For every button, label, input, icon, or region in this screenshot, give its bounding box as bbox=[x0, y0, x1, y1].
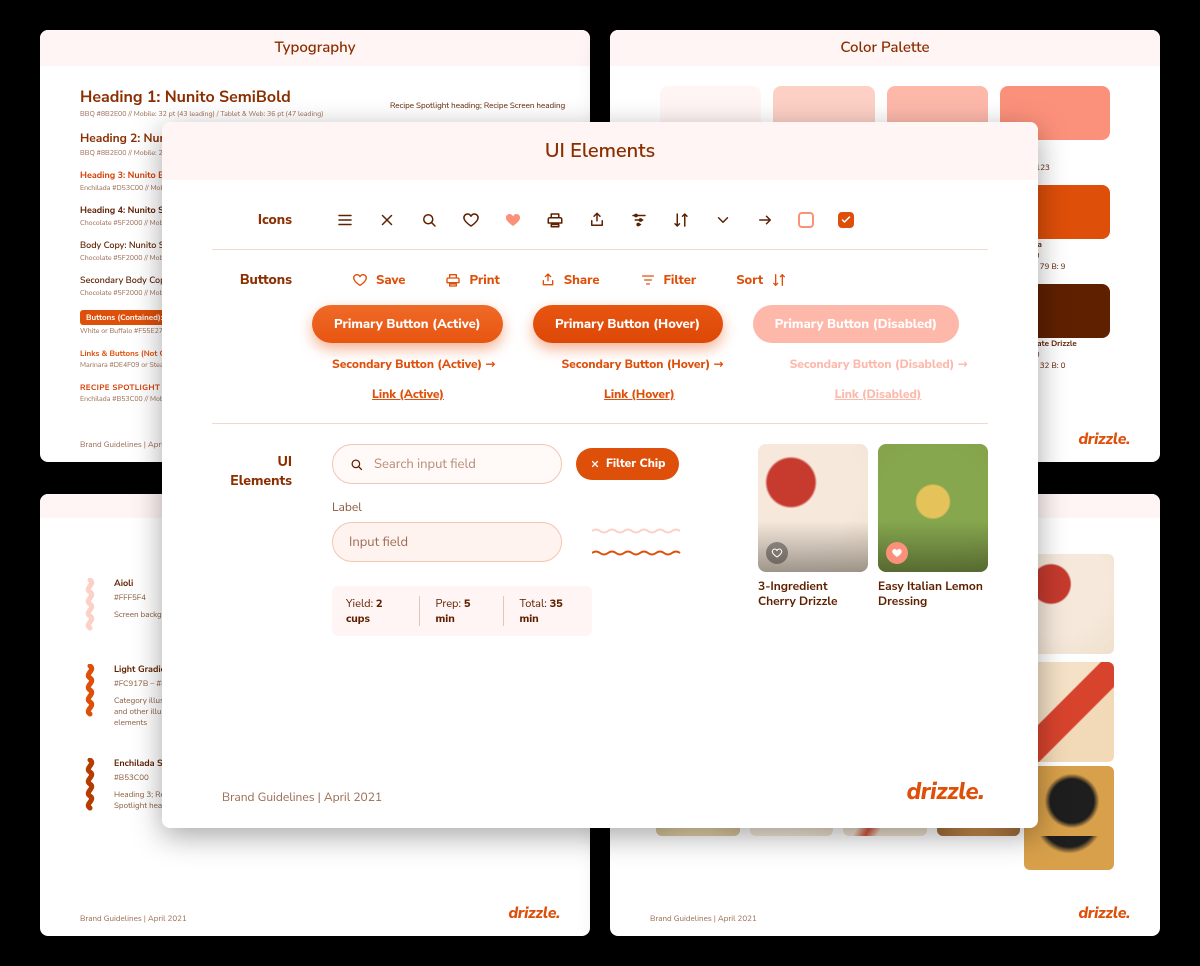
brand-logo: drizzle. bbox=[1078, 428, 1130, 450]
recipe-card[interactable]: Easy Italian Lemon Dressing bbox=[878, 444, 988, 636]
chevron-down-icon[interactable] bbox=[714, 211, 732, 229]
filter-chip[interactable]: Filter Chip bbox=[576, 448, 679, 480]
buttons-label: Buttons bbox=[212, 270, 292, 289]
close-icon bbox=[590, 459, 600, 469]
ui-elements-heading: UI Elements bbox=[162, 122, 1038, 180]
primary-btn-active[interactable]: Primary Button (Active) bbox=[312, 305, 503, 343]
swatch-drizzle bbox=[1030, 284, 1110, 338]
photo-thumb bbox=[1030, 766, 1114, 836]
search-placeholder: Search input field bbox=[374, 455, 476, 473]
squiggle-icon bbox=[80, 758, 100, 814]
recipe-card[interactable]: 3-Ingredient Cherry Drizzle bbox=[758, 444, 868, 636]
ui-elements-label: UI Elements bbox=[212, 452, 292, 636]
secondary-btn-active[interactable]: Secondary Button (Active) bbox=[332, 357, 495, 373]
swatch-drizzle-label: olate Drizzle00G: 32 B: 0 bbox=[1030, 338, 1110, 371]
icons-label: Icons bbox=[212, 210, 292, 229]
squiggle-icon bbox=[80, 578, 100, 634]
sort-icon[interactable] bbox=[672, 211, 690, 229]
heart-filled-icon[interactable] bbox=[504, 211, 522, 229]
text-input[interactable]: Input field bbox=[332, 522, 562, 562]
h1-usage: Recipe Spotlight heading; Recipe Screen … bbox=[390, 100, 565, 111]
ui-elements-panel: UI Elements Icons Buttons Save Print Sha… bbox=[162, 122, 1038, 828]
share-icon[interactable] bbox=[588, 211, 606, 229]
search-icon bbox=[349, 457, 364, 472]
squiggle-icon bbox=[592, 550, 682, 556]
page-footer: Brand Guidelines | April 2021 bbox=[80, 913, 187, 924]
favorite-toggle[interactable] bbox=[886, 542, 908, 564]
recipe-image bbox=[878, 444, 988, 572]
swatch-marinara bbox=[1030, 185, 1110, 239]
brand-logo: drizzle. bbox=[508, 902, 560, 924]
palette-heading: Color Palette bbox=[610, 30, 1160, 66]
checkbox-unchecked-icon[interactable] bbox=[798, 212, 814, 228]
search-icon[interactable] bbox=[420, 211, 438, 229]
secondary-btn-hover[interactable]: Secondary Button (Hover) bbox=[561, 357, 723, 373]
close-icon[interactable] bbox=[378, 211, 396, 229]
page-footer: Brand Guidelines | April 2021 bbox=[650, 913, 757, 924]
favorite-toggle[interactable] bbox=[766, 542, 788, 564]
checkbox-checked-icon[interactable] bbox=[838, 212, 854, 228]
arrow-right-icon[interactable] bbox=[756, 211, 774, 229]
swatch-marinara-label: ara09G: 79 B: 9 bbox=[1030, 239, 1110, 272]
save-button[interactable]: Save bbox=[352, 271, 405, 289]
filter-button[interactable]: Filter bbox=[640, 271, 697, 289]
recipe-stats: Yield: 2 cups Prep: 5 min Total: 35 min bbox=[332, 586, 592, 636]
squiggle-icon bbox=[592, 528, 682, 534]
filter-icon[interactable] bbox=[630, 211, 648, 229]
link-disabled: Link (Disabled) bbox=[835, 387, 922, 403]
recipe-title: 3-Ingredient Cherry Drizzle bbox=[758, 580, 868, 610]
input-label: Label bbox=[332, 500, 562, 516]
primary-btn-disabled: Primary Button (Disabled) bbox=[753, 305, 959, 343]
menu-icon[interactable] bbox=[336, 211, 354, 229]
brand-logo: drizzle. bbox=[1078, 902, 1130, 924]
squiggle-icon bbox=[80, 664, 100, 720]
h1-meta: BBQ #8B2E00 // Mobile: 32 pt (43 leading… bbox=[80, 110, 550, 119]
link-active[interactable]: Link (Active) bbox=[372, 387, 444, 403]
sort-button[interactable]: Sort bbox=[736, 271, 787, 289]
print-button[interactable]: Print bbox=[445, 271, 499, 289]
print-icon[interactable] bbox=[546, 211, 564, 229]
secondary-btn-disabled: Secondary Button (Disabled) bbox=[790, 357, 968, 373]
primary-btn-hover[interactable]: Primary Button (Hover) bbox=[533, 305, 723, 343]
share-button[interactable]: Share bbox=[540, 271, 600, 289]
recipe-title: Easy Italian Lemon Dressing bbox=[878, 580, 988, 610]
heart-outline-icon[interactable] bbox=[462, 211, 480, 229]
typography-heading: Typography bbox=[40, 30, 590, 66]
page-footer: Brand Guidelines | April 2021 bbox=[222, 790, 382, 806]
search-input[interactable]: Search input field bbox=[332, 444, 562, 484]
brand-logo: drizzle. bbox=[907, 776, 984, 808]
link-hover[interactable]: Link (Hover) bbox=[604, 387, 675, 403]
recipe-image bbox=[758, 444, 868, 572]
